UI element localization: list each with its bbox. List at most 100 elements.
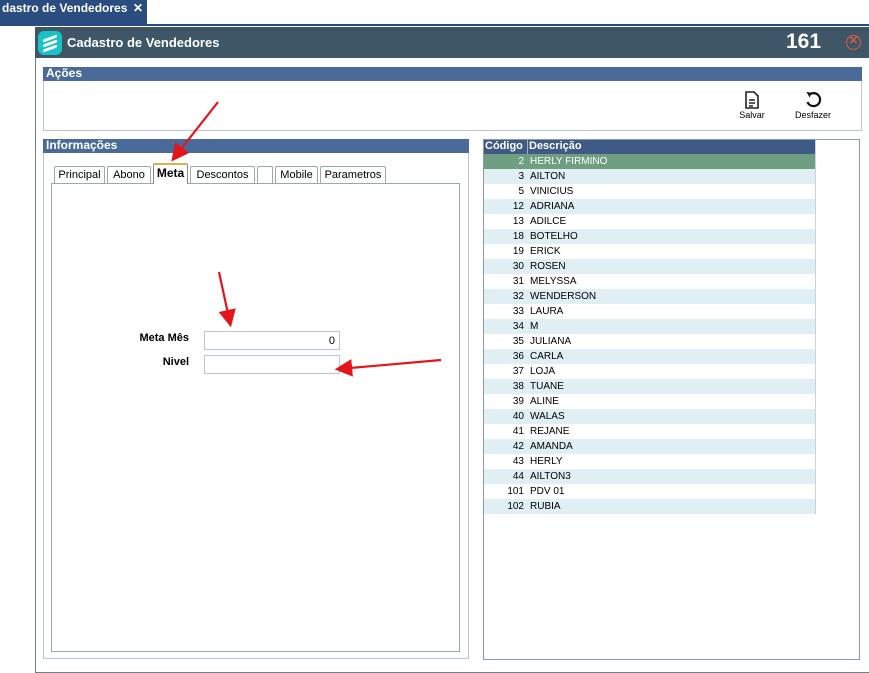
cell-codigo: 13 bbox=[512, 216, 524, 227]
informacoes-header: Informações bbox=[43, 139, 469, 153]
app-logo-icon bbox=[38, 31, 62, 55]
cell-codigo: 2 bbox=[518, 156, 524, 167]
tab-parametros[interactable]: Parametros bbox=[320, 166, 386, 183]
document-tab-label: dastro de Vendedores bbox=[2, 1, 128, 15]
cell-descricao: AILTON3 bbox=[530, 471, 571, 482]
cell-descricao: LAURA bbox=[530, 306, 564, 317]
cell-descricao: VINICIUS bbox=[530, 186, 574, 197]
grid-rows: 2 HERLY FIRMINO 3 AILTON 5 VINICIUS 12 ADRIANA 1… bbox=[484, 154, 816, 514]
cell-descricao: MELYSSA bbox=[530, 276, 577, 287]
table-row[interactable]: 38 TUANE bbox=[484, 379, 816, 394]
cell-descricao: PDV 01 bbox=[530, 486, 565, 497]
table-row[interactable]: 33 LAURA bbox=[484, 304, 816, 319]
meta-mes-input[interactable] bbox=[204, 331, 340, 350]
column-descricao[interactable]: Descrição bbox=[529, 140, 582, 152]
cell-codigo: 102 bbox=[507, 501, 524, 512]
tab-unnamed[interactable] bbox=[257, 166, 273, 183]
undo-icon bbox=[806, 91, 822, 108]
tab-strip-underline bbox=[0, 24, 869, 26]
cell-descricao: JULIANA bbox=[530, 336, 572, 347]
table-row[interactable]: 39 ALINE bbox=[484, 394, 816, 409]
nivel-input[interactable] bbox=[204, 355, 340, 374]
table-row[interactable]: 3 AILTON bbox=[484, 169, 816, 184]
cell-descricao: ROSEN bbox=[530, 261, 566, 272]
cell-codigo: 40 bbox=[512, 411, 524, 422]
meta-tab-panel bbox=[51, 183, 460, 652]
undo-button-label: Desfazer bbox=[794, 110, 831, 120]
cell-descricao: RUBIA bbox=[530, 501, 561, 512]
cell-codigo: 30 bbox=[512, 261, 524, 272]
cell-descricao: HERLY FIRMINO bbox=[530, 156, 608, 167]
grid-column-border bbox=[815, 140, 816, 514]
save-document-icon bbox=[745, 91, 759, 109]
table-row[interactable]: 13 ADILCE bbox=[484, 214, 816, 229]
cell-codigo: 5 bbox=[518, 186, 524, 197]
table-row[interactable]: 44 AILTON3 bbox=[484, 469, 816, 484]
cell-codigo: 19 bbox=[512, 246, 524, 257]
table-row[interactable]: 31 MELYSSA bbox=[484, 274, 816, 289]
cell-codigo: 37 bbox=[512, 366, 524, 377]
table-row[interactable]: 37 LOJA bbox=[484, 364, 816, 379]
acoes-header: Ações bbox=[43, 67, 862, 81]
cell-codigo: 38 bbox=[512, 381, 524, 392]
table-row[interactable]: 102 RUBIA bbox=[484, 499, 816, 514]
table-row[interactable]: 30 ROSEN bbox=[484, 259, 816, 274]
cell-descricao: HERLY bbox=[530, 456, 563, 467]
table-row[interactable]: 34 M bbox=[484, 319, 816, 334]
table-row[interactable]: 2 HERLY FIRMINO bbox=[484, 154, 816, 169]
save-button-label: Salvar bbox=[739, 110, 765, 120]
column-separator bbox=[527, 140, 528, 154]
meta-mes-label: Meta Mês bbox=[139, 332, 189, 344]
cell-codigo: 101 bbox=[507, 486, 524, 497]
close-tab-icon[interactable]: ✕ bbox=[133, 0, 143, 16]
undo-button[interactable]: Desfazer bbox=[791, 91, 835, 120]
cell-codigo: 35 bbox=[512, 336, 524, 347]
tab-descontos[interactable]: Descontos bbox=[190, 166, 255, 183]
table-row[interactable]: 18 BOTELHO bbox=[484, 229, 816, 244]
cell-codigo: 32 bbox=[512, 291, 524, 302]
window-title: Cadastro de Vendedores bbox=[67, 35, 220, 50]
cell-codigo: 3 bbox=[518, 171, 524, 182]
cell-codigo: 39 bbox=[512, 396, 524, 407]
table-row[interactable]: 40 WALAS bbox=[484, 409, 816, 424]
grid-header: Código Descrição bbox=[484, 140, 816, 154]
cell-descricao: TUANE bbox=[530, 381, 564, 392]
cell-codigo: 36 bbox=[512, 351, 524, 362]
cell-descricao: WENDERSON bbox=[530, 291, 597, 302]
table-row[interactable]: 101 PDV 01 bbox=[484, 484, 816, 499]
table-row[interactable]: 41 REJANE bbox=[484, 424, 816, 439]
cell-descricao: ADRIANA bbox=[530, 201, 575, 212]
nivel-label: Nivel bbox=[162, 356, 189, 368]
cell-descricao: ERICK bbox=[530, 246, 561, 257]
cell-descricao: LOJA bbox=[530, 366, 556, 377]
cell-descricao: REJANE bbox=[530, 426, 570, 437]
cell-descricao: WALAS bbox=[530, 411, 565, 422]
cell-codigo: 41 bbox=[512, 426, 524, 437]
table-row[interactable]: 32 WENDERSON bbox=[484, 289, 816, 304]
cell-codigo: 18 bbox=[512, 231, 524, 242]
cell-descricao: AILTON bbox=[530, 171, 566, 182]
tab-mobile[interactable]: Mobile bbox=[275, 166, 318, 183]
table-row[interactable]: 36 CARLA bbox=[484, 349, 816, 364]
save-button[interactable]: Salvar bbox=[733, 91, 771, 120]
cell-codigo: 34 bbox=[512, 321, 524, 332]
cell-descricao: BOTELHO bbox=[530, 231, 578, 242]
table-row[interactable]: 35 JULIANA bbox=[484, 334, 816, 349]
cell-descricao: ADILCE bbox=[530, 216, 567, 227]
close-window-icon[interactable]: ✕ bbox=[846, 35, 861, 50]
table-row[interactable]: 12 ADRIANA bbox=[484, 199, 816, 214]
cell-descricao: ALINE bbox=[530, 396, 559, 407]
table-row[interactable]: 43 HERLY bbox=[484, 454, 816, 469]
tab-meta[interactable]: Meta bbox=[153, 163, 188, 184]
table-row[interactable]: 5 VINICIUS bbox=[484, 184, 816, 199]
tab-principal[interactable]: Principal bbox=[54, 166, 105, 183]
cell-codigo: 44 bbox=[512, 471, 524, 482]
record-id: 161 bbox=[786, 30, 822, 53]
table-row[interactable]: 19 ERICK bbox=[484, 244, 816, 259]
cell-codigo: 33 bbox=[512, 306, 524, 317]
tab-abono[interactable]: Abono bbox=[107, 166, 151, 183]
column-codigo[interactable]: Código bbox=[485, 140, 523, 152]
cell-codigo: 12 bbox=[512, 201, 524, 212]
document-tab[interactable]: dastro de Vendedores ✕ bbox=[0, 0, 147, 24]
table-row[interactable]: 42 AMANDA bbox=[484, 439, 816, 454]
